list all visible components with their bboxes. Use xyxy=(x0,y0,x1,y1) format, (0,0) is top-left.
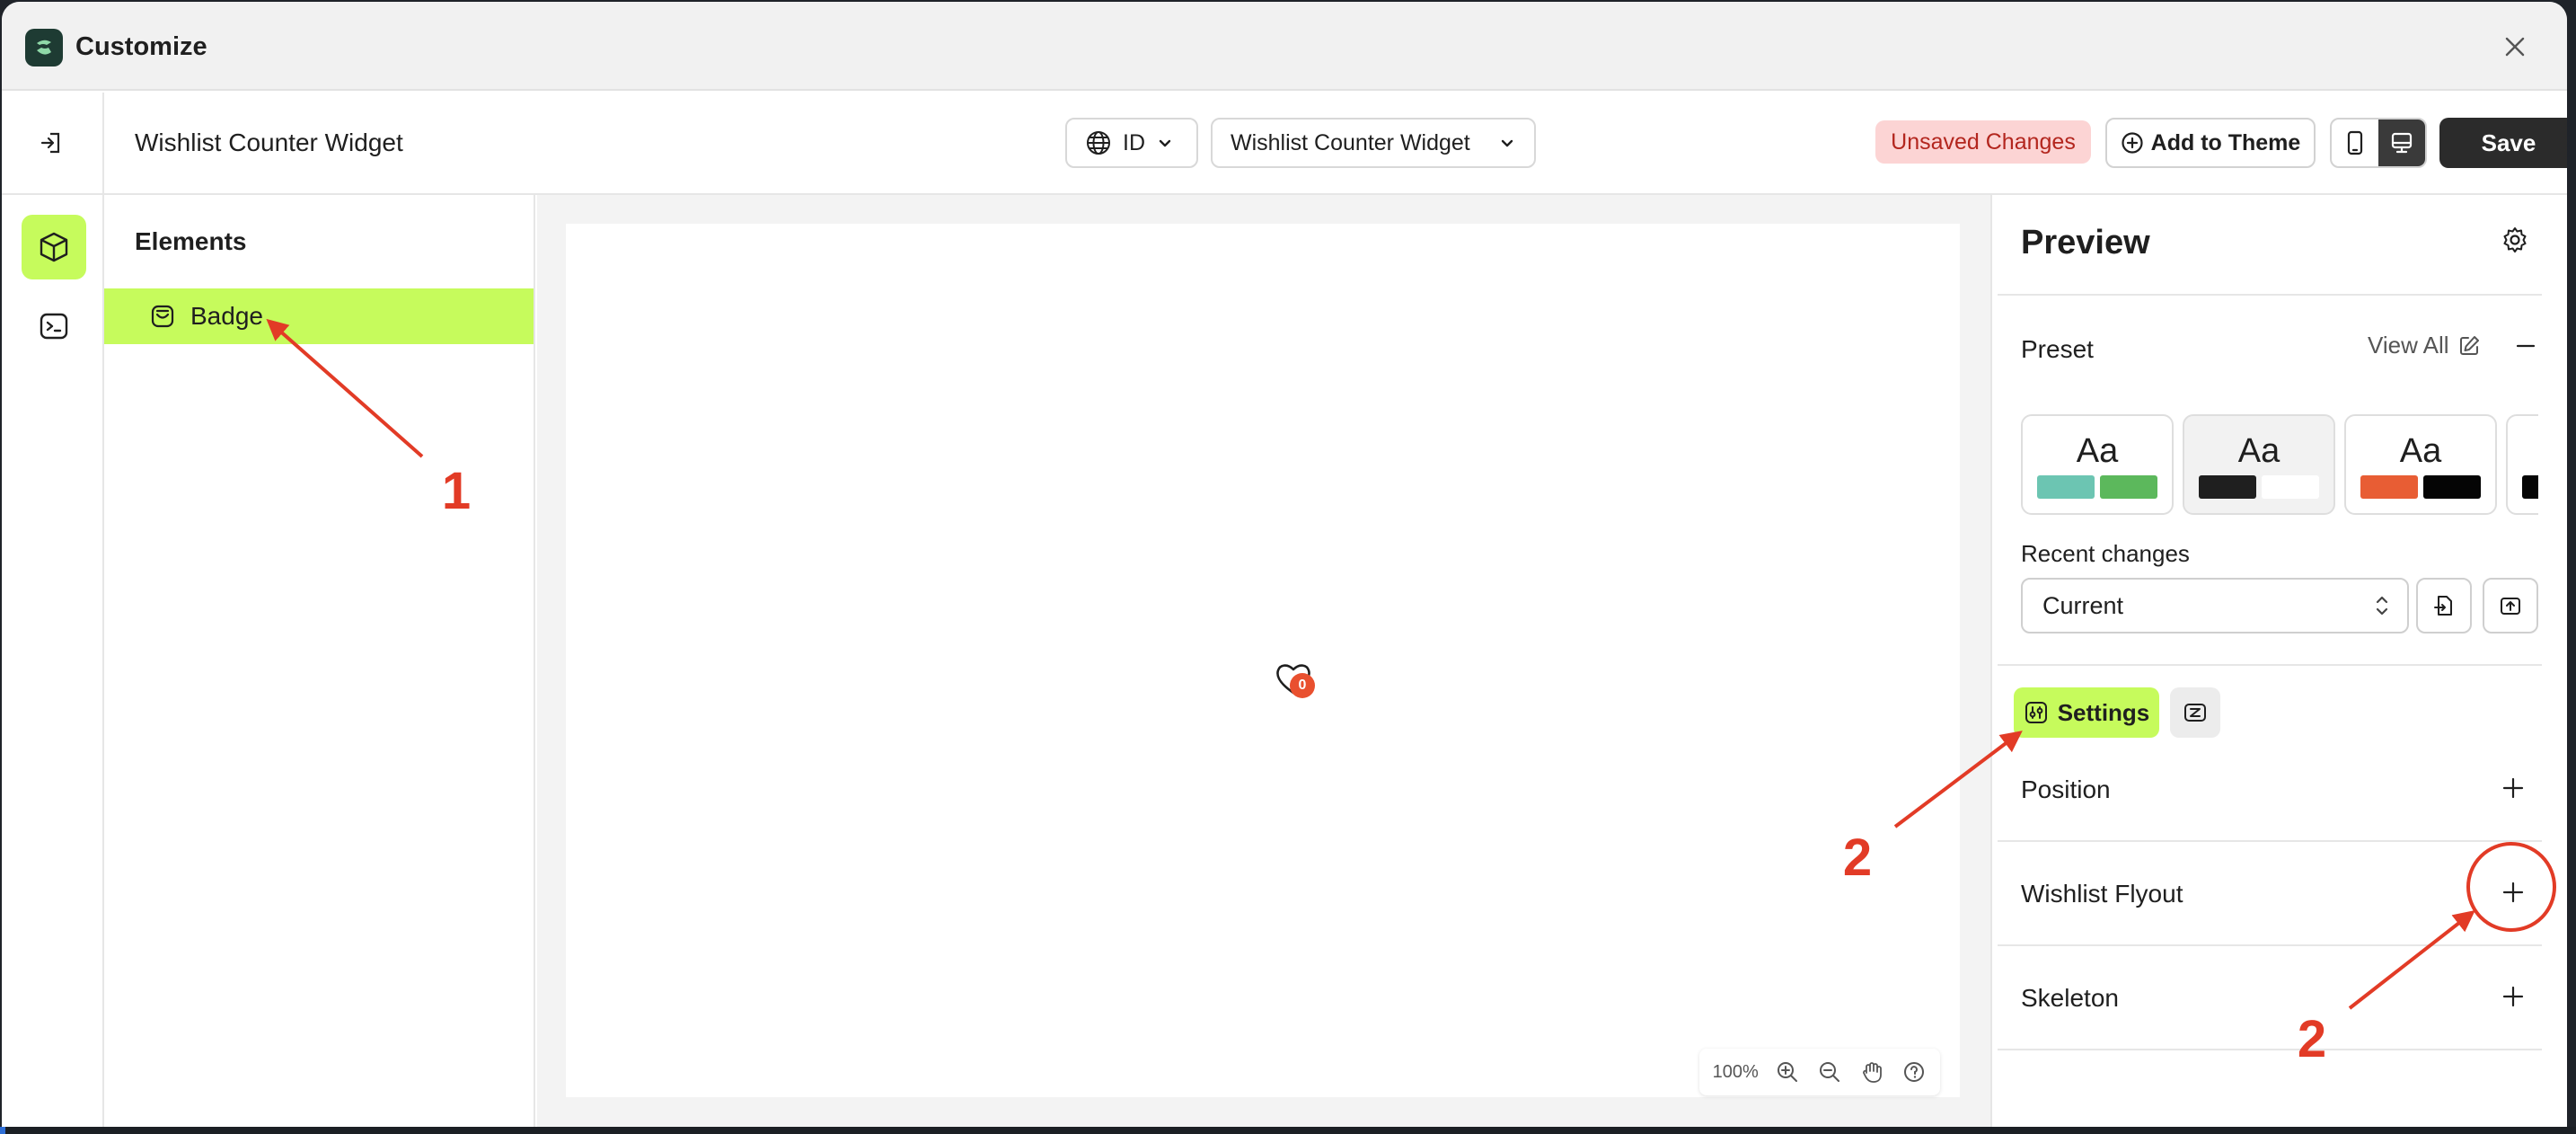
widget-select[interactable]: Wishlist Counter Widget xyxy=(1211,118,1536,168)
exit-icon[interactable] xyxy=(34,125,70,161)
widget-select-value: Wishlist Counter Widget xyxy=(1231,129,1470,155)
section-skeleton[interactable]: Skeleton xyxy=(1998,946,2542,1050)
hand-pan-icon[interactable] xyxy=(1852,1052,1891,1092)
rail-divider xyxy=(2,193,102,195)
preset-card[interactable]: Aa xyxy=(2344,414,2497,515)
plus-icon[interactable] xyxy=(2497,772,2529,804)
unsaved-changes-badge: Unsaved Changes xyxy=(1875,120,2091,164)
element-item-label: Badge xyxy=(190,302,263,330)
chevron-down-icon xyxy=(1159,139,1171,147)
add-to-theme-label: Add to Theme xyxy=(2150,129,2301,155)
language-select[interactable]: ID xyxy=(1065,118,1198,168)
title-bar: Customize xyxy=(2,2,2567,91)
zoom-in-icon[interactable] xyxy=(1768,1052,1806,1092)
element-item-badge[interactable]: Badge xyxy=(104,288,534,344)
desktop-view-button[interactable] xyxy=(2378,120,2425,166)
import-file-icon xyxy=(2434,596,2452,616)
plus-icon[interactable] xyxy=(2497,980,2529,1013)
section-label: Position xyxy=(2021,775,2111,803)
import-file-button[interactable] xyxy=(2416,578,2472,633)
panel-divider xyxy=(1998,294,2542,296)
upload-box-icon xyxy=(2501,598,2520,615)
tab-style[interactable] xyxy=(2170,687,2220,738)
view-all-link[interactable]: View All xyxy=(2368,332,2482,359)
chevron-down-icon xyxy=(1501,139,1513,147)
preset-card-selected[interactable]: Aa xyxy=(2183,414,2335,515)
top-bar: Wishlist Counter Widget ID Wishlist Coun… xyxy=(104,93,2567,195)
elements-cube-icon[interactable] xyxy=(22,215,86,279)
collapse-minus-icon[interactable] xyxy=(2508,328,2544,364)
preset-swatch xyxy=(2199,475,2256,499)
edit-icon xyxy=(2459,335,2479,355)
mobile-view-button[interactable] xyxy=(2332,120,2378,166)
tab-settings[interactable]: Settings xyxy=(2014,687,2159,738)
plus-icon[interactable] xyxy=(2497,876,2529,908)
wishlist-badge-count: 0 xyxy=(1290,673,1315,698)
recent-changes-label: Recent changes xyxy=(2021,540,2190,567)
recent-changes-select[interactable]: Current xyxy=(2021,578,2409,633)
preset-swatch xyxy=(2360,475,2418,499)
preset-card[interactable]: Aa xyxy=(2021,414,2174,515)
mobile-icon xyxy=(2347,130,2363,155)
gear-icon[interactable] xyxy=(2497,222,2533,258)
help-icon[interactable] xyxy=(1894,1052,1933,1092)
panel-divider xyxy=(1998,664,2542,666)
view-all-label: View All xyxy=(2368,332,2449,359)
preset-sample-text: Aa xyxy=(2399,432,2442,470)
preset-swatch xyxy=(2423,475,2481,499)
left-rail xyxy=(2,93,104,1127)
right-panel: Preview Preset View All Aa Aa Aa Recent … xyxy=(1990,195,2567,1127)
zoom-out-icon[interactable] xyxy=(1810,1052,1848,1092)
section-wishlist-flyout[interactable]: Wishlist Flyout xyxy=(1998,842,2542,946)
preset-card[interactable] xyxy=(2506,414,2538,515)
preset-sample-text: Aa xyxy=(2237,432,2280,470)
section-label: Skeleton xyxy=(2021,984,2119,1012)
style-tab-icon xyxy=(2184,704,2206,722)
desktop-corner xyxy=(0,1127,5,1134)
app-logo-icon xyxy=(25,29,63,66)
canvas-area: 0 100% xyxy=(537,195,1990,1127)
app-title: Customize xyxy=(75,32,207,61)
save-button[interactable]: Save xyxy=(2439,118,2567,168)
panel-title: Preview xyxy=(2021,224,2150,261)
globe-icon xyxy=(1087,131,1110,155)
elements-panel: Elements Badge xyxy=(104,195,535,1127)
preset-swatch xyxy=(2037,475,2095,499)
terminal-icon[interactable] xyxy=(22,294,86,359)
elements-title: Elements xyxy=(135,227,247,255)
export-button[interactable] xyxy=(2483,578,2538,633)
customize-window: Customize Wishlist Counter Widget ID Wis… xyxy=(2,2,2567,1127)
section-label: Wishlist Flyout xyxy=(2021,880,2183,908)
close-icon[interactable] xyxy=(2499,31,2531,63)
zoom-toolbar: 100% xyxy=(1699,1049,1940,1095)
chevron-updown-icon xyxy=(2376,596,2388,616)
settings-sliders-icon xyxy=(2025,702,2047,723)
preset-list: Aa Aa Aa xyxy=(2021,414,2538,517)
device-toggle xyxy=(2330,118,2427,168)
plus-circle-icon xyxy=(2122,132,2143,154)
preset-label: Preset xyxy=(2021,335,2094,363)
widget-name: Wishlist Counter Widget xyxy=(135,128,403,156)
bottom-strip xyxy=(0,1127,2576,1134)
desktop-icon xyxy=(2391,132,2413,154)
add-to-theme-button[interactable]: Add to Theme xyxy=(2105,118,2316,168)
preset-sample-text: Aa xyxy=(2076,432,2119,470)
badge-element-icon xyxy=(151,305,174,328)
preset-swatch xyxy=(2522,475,2538,499)
zoom-level: 100% xyxy=(1712,1061,1759,1082)
language-value: ID xyxy=(1123,129,1145,155)
preview-canvas[interactable]: 0 100% xyxy=(566,224,1960,1097)
tab-settings-label: Settings xyxy=(2057,698,2150,726)
preset-swatch xyxy=(2262,475,2319,499)
section-position[interactable]: Position xyxy=(1998,738,2542,842)
recent-changes-value: Current xyxy=(2042,591,2124,619)
preset-swatch xyxy=(2100,475,2157,499)
